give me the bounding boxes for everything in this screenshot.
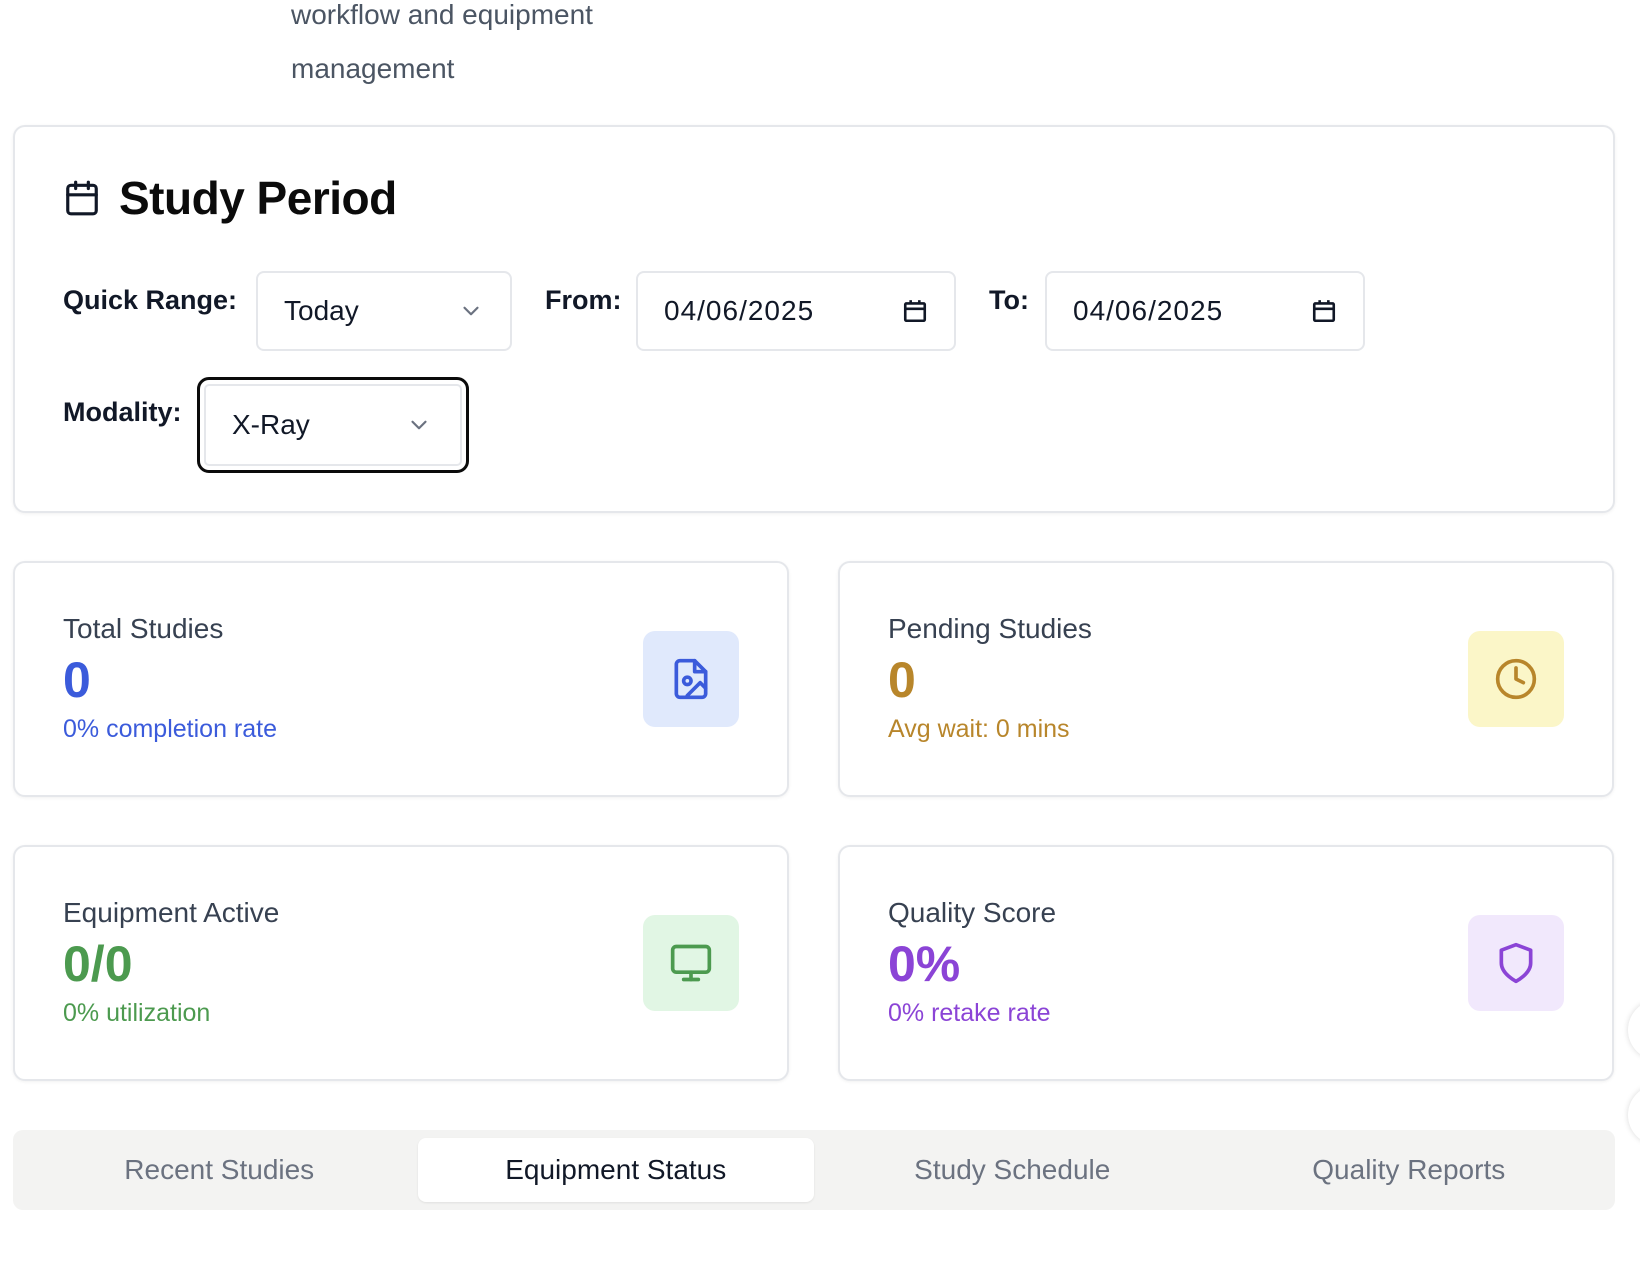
total-studies-card: Total Studies 0 0% completion rate xyxy=(13,561,789,797)
stat-label: Quality Score xyxy=(888,897,1057,928)
stat-label: Pending Studies xyxy=(888,613,1092,644)
stat-label: Equipment Active xyxy=(63,897,280,928)
stat-label: Total Studies xyxy=(63,613,224,644)
chevron-down-icon xyxy=(406,412,432,438)
tab-study-schedule[interactable]: Study Schedule xyxy=(814,1138,1211,1202)
from-date-input[interactable]: 04/06/2025 xyxy=(636,271,956,351)
stat-value: 0 xyxy=(888,652,916,708)
quick-range-select[interactable]: Today xyxy=(256,271,512,351)
stat-subtext: 0% utilization xyxy=(63,999,211,1027)
study-period-card: Study Period Quick Range: Today From: 04… xyxy=(13,125,1615,513)
tab-bar: Recent Studies Equipment Status Study Sc… xyxy=(13,1130,1615,1210)
from-date-value: 04/06/2025 xyxy=(664,295,815,326)
floating-action-button[interactable] xyxy=(1628,1000,1640,1060)
to-date-input[interactable]: 04/06/2025 xyxy=(1045,271,1365,351)
quick-range-label: Quick Range: xyxy=(63,285,238,315)
equipment-active-card: Equipment Active 0/0 0% utilization xyxy=(13,845,789,1081)
modality-label: Modality: xyxy=(63,397,182,427)
calendar-icon xyxy=(63,179,101,217)
to-date-value: 04/06/2025 xyxy=(1073,295,1224,326)
modality-value: X-Ray xyxy=(232,409,310,440)
chevron-down-icon xyxy=(458,298,484,324)
to-label: To: xyxy=(989,285,1029,315)
stat-value: 0 xyxy=(63,652,91,708)
monitor-icon xyxy=(643,915,739,1011)
stat-subtext: 0% retake rate xyxy=(888,999,1051,1027)
study-period-title: Study Period xyxy=(119,172,397,224)
tab-equipment-status[interactable]: Equipment Status xyxy=(417,1138,814,1202)
calendar-picker-icon[interactable] xyxy=(902,298,928,324)
tab-quality-reports[interactable]: Quality Reports xyxy=(1211,1138,1608,1202)
page-subtitle: workflow and equipment management xyxy=(291,0,711,96)
pending-studies-card: Pending Studies 0 Avg wait: 0 mins xyxy=(838,561,1614,797)
stat-subtext: 0% completion rate xyxy=(63,715,278,743)
clock-icon xyxy=(1468,631,1564,727)
floating-action-button[interactable] xyxy=(1628,1085,1640,1145)
stat-value: 0% xyxy=(888,936,961,992)
quality-score-card: Quality Score 0% 0% retake rate xyxy=(838,845,1614,1081)
shield-icon xyxy=(1468,915,1564,1011)
file-image-icon xyxy=(643,631,739,727)
stat-subtext: Avg wait: 0 mins xyxy=(888,715,1070,743)
modality-select[interactable]: X-Ray xyxy=(197,377,469,473)
calendar-picker-icon[interactable] xyxy=(1311,298,1337,324)
stat-value: 0/0 xyxy=(63,936,133,992)
quick-range-value: Today xyxy=(284,295,359,326)
tab-recent-studies[interactable]: Recent Studies xyxy=(21,1138,418,1202)
subtitle-line-1: workflow and equipment xyxy=(291,0,593,30)
subtitle-line-2: management xyxy=(291,53,455,84)
study-period-header: Study Period xyxy=(63,171,397,225)
from-label: From: xyxy=(545,285,622,315)
